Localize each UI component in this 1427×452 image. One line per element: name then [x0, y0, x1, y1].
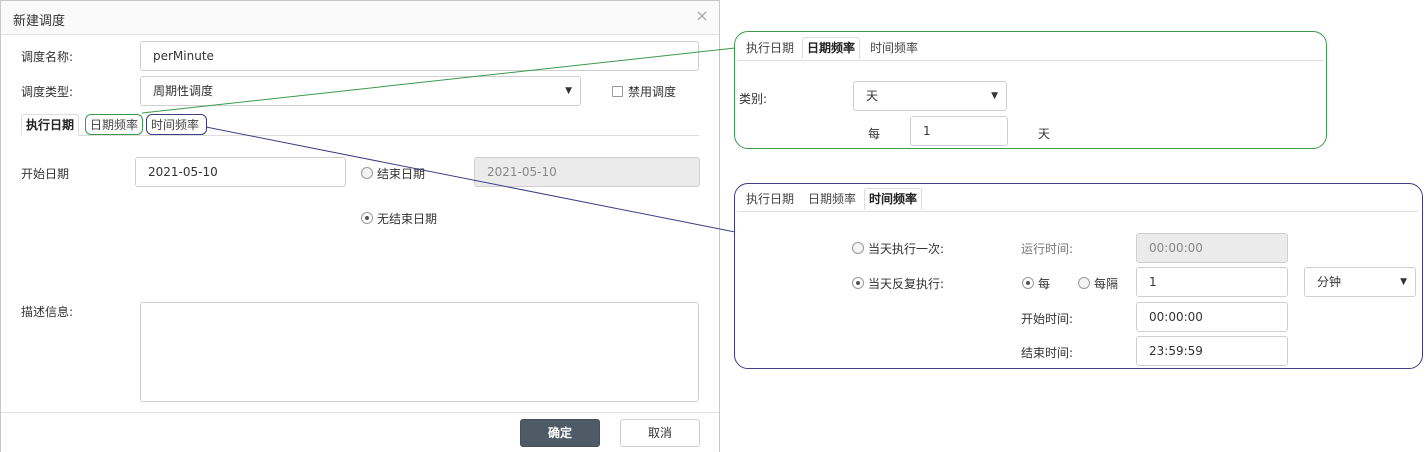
category-value: 天: [866, 89, 879, 103]
repeat-value-input[interactable]: 1: [1136, 267, 1288, 297]
run-time-input[interactable]: 00:00:00: [1136, 233, 1288, 263]
start-time-label: 开始时间:: [1021, 312, 1074, 326]
green-connector-line: [141, 47, 736, 114]
end-time-label: 结束时间:: [1021, 346, 1074, 360]
run-repeat-label: 当天反复执行:: [868, 277, 945, 291]
category-select[interactable]: 天 ▼: [853, 81, 1007, 111]
each-label: 每: [1038, 277, 1051, 291]
every-days-input[interactable]: 1: [910, 116, 1008, 146]
blue-connector-line: [205, 126, 736, 233]
caret-down-icon: ▼: [991, 91, 998, 101]
day-unit-label: 天: [1038, 127, 1051, 141]
interval-label: 每隔: [1094, 277, 1119, 291]
date-panel-tabs-divider: [738, 60, 1323, 61]
time-panel-tab-time-frequency[interactable]: 时间频率: [864, 188, 923, 210]
category-label: 类别:: [739, 92, 768, 106]
every-label: 每: [868, 127, 881, 141]
date-panel-tab-date-frequency[interactable]: 日期频率: [802, 37, 861, 59]
repeat-unit-select[interactable]: 分钟 ▼: [1304, 267, 1416, 297]
caret-down-icon: ▼: [1400, 277, 1407, 287]
run-time-label: 运行时间:: [1021, 242, 1074, 256]
repeat-unit-value: 分钟: [1317, 275, 1342, 289]
time-panel-tab-date-frequency[interactable]: 日期频率: [804, 189, 860, 209]
time-panel-tabs-divider: [738, 211, 1418, 212]
date-panel-tab-execution-date[interactable]: 执行日期: [742, 38, 798, 58]
run-once-radio[interactable]: [852, 242, 864, 254]
run-repeat-radio[interactable]: [852, 277, 864, 289]
date-panel-tab-time-frequency[interactable]: 时间频率: [866, 38, 922, 58]
start-time-input[interactable]: 00:00:00: [1136, 302, 1288, 332]
time-panel-tab-execution-date[interactable]: 执行日期: [742, 189, 798, 209]
interval-radio[interactable]: [1078, 277, 1090, 289]
run-once-label: 当天执行一次:: [868, 242, 945, 256]
each-radio[interactable]: [1022, 277, 1034, 289]
end-time-input[interactable]: 23:59:59: [1136, 336, 1288, 366]
